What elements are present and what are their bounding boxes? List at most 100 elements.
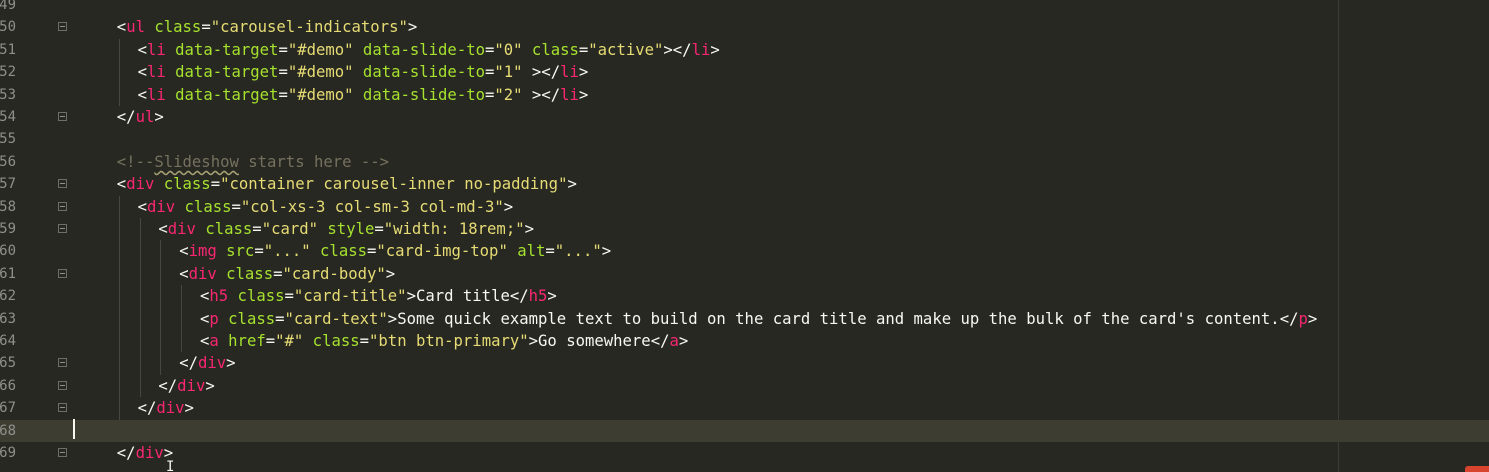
code-line[interactable]: 66 </div> bbox=[0, 375, 1489, 397]
code-token: "0" bbox=[494, 40, 523, 59]
code-line[interactable]: 68 bbox=[0, 419, 1489, 442]
line-number: 62 bbox=[0, 288, 16, 305]
code-token: < bbox=[179, 242, 189, 261]
code-token: data-slide-to bbox=[353, 63, 485, 82]
code-line[interactable]: 65 </div> bbox=[0, 352, 1489, 374]
code-line[interactable]: 58 <div class="col-xs-3 col-sm-3 col-md-3… bbox=[0, 196, 1489, 218]
code-token: li bbox=[146, 85, 166, 104]
code-token: = bbox=[484, 40, 495, 59]
code-token: = bbox=[231, 197, 241, 216]
code-token: "card" bbox=[261, 220, 319, 238]
code-token: "col-xs-3 col-sm-3 col-md-3" bbox=[240, 197, 504, 216]
code-token: </ bbox=[116, 444, 136, 462]
code-token: = bbox=[545, 242, 555, 261]
code-token: = bbox=[201, 18, 211, 37]
code-line[interactable]: 56 <!--Slideshow starts here --> bbox=[0, 151, 1489, 173]
code-token: > bbox=[678, 332, 689, 350]
code-token: < bbox=[137, 63, 147, 82]
code-token: > bbox=[184, 399, 194, 418]
code-line[interactable]: 61 <div class="card-body"> bbox=[0, 263, 1489, 285]
line-content: <li data-target="#demo" data-slide-to="1… bbox=[138, 61, 589, 83]
code-token: "#demo" bbox=[287, 40, 354, 59]
line-number: 67 bbox=[0, 400, 16, 417]
code-token: < bbox=[179, 264, 189, 283]
code-line[interactable]: 63 <p class="card-text">Some quick exampl… bbox=[0, 308, 1489, 330]
code-token: "#demo" bbox=[287, 85, 354, 104]
code-token: = bbox=[484, 63, 495, 82]
code-line[interactable]: 60 <img src="..." class="card-img-top" al… bbox=[0, 240, 1489, 262]
code-token: Card title bbox=[415, 287, 510, 306]
code-token: < bbox=[200, 332, 210, 350]
code-token: "2" bbox=[494, 85, 523, 104]
line-content: <a href="#" class="btn btn-primary">Go s… bbox=[200, 330, 688, 352]
fold-end-icon bbox=[58, 380, 67, 390]
code-token: > bbox=[710, 40, 720, 59]
code-token: > bbox=[503, 197, 514, 216]
line-content: <ul class="carousel-indicators"> bbox=[117, 16, 417, 38]
code-token: < bbox=[200, 309, 210, 328]
code-token: = bbox=[275, 309, 285, 328]
line-number: 53 bbox=[0, 86, 16, 103]
code-token: = bbox=[578, 40, 589, 59]
code-token: h5 bbox=[209, 287, 229, 306]
code-token: div bbox=[188, 264, 217, 283]
fold-toggle-icon[interactable] bbox=[58, 268, 67, 278]
fold-toggle-icon[interactable] bbox=[58, 224, 67, 233]
code-token: < bbox=[137, 40, 147, 59]
line-number: 57 bbox=[0, 176, 16, 193]
code-editor[interactable]: 49 50 <ul class="carousel-indicators"> 51 <l… bbox=[0, 0, 1489, 472]
code-token: > bbox=[154, 108, 164, 126]
indent-guide bbox=[118, 195, 120, 420]
line-content: <div class="card-body"> bbox=[179, 263, 395, 285]
line-number: 55 bbox=[0, 131, 16, 148]
code-line[interactable]: 59 <div class="card" style="width: 18rem;… bbox=[0, 218, 1489, 240]
line-number: 52 bbox=[0, 64, 16, 81]
code-line[interactable]: 67 </div> bbox=[0, 397, 1489, 419]
line-number: 54 bbox=[0, 109, 16, 125]
code-line[interactable]: 62 <h5 class="card-title">Card title</h5> bbox=[0, 285, 1489, 307]
line-content: </div> bbox=[117, 442, 173, 464]
code-token: "1" bbox=[494, 63, 523, 82]
code-token: > bbox=[567, 175, 577, 194]
code-token: > bbox=[528, 332, 539, 350]
code-token: data-target bbox=[165, 63, 279, 82]
code-token: "width: 18rem;" bbox=[383, 220, 525, 238]
code-token: = bbox=[367, 242, 377, 261]
line-content: <div class="col-xs-3 col-sm-3 col-md-3"> bbox=[138, 196, 514, 218]
fold-toggle-icon[interactable] bbox=[58, 179, 67, 189]
code-token: = bbox=[252, 220, 262, 238]
line-number: 63 bbox=[0, 310, 16, 327]
fold-toggle-icon[interactable] bbox=[58, 201, 67, 211]
code-line[interactable]: 69 </div> bbox=[0, 442, 1489, 464]
code-line[interactable]: 49 bbox=[0, 0, 1489, 16]
code-line[interactable]: 55 bbox=[0, 128, 1489, 150]
code-line[interactable]: 54 </ul> bbox=[0, 106, 1489, 128]
code-token: > bbox=[1307, 309, 1318, 328]
code-line[interactable]: 50 <ul class="carousel-indicators"> bbox=[0, 16, 1489, 38]
notification-badge bbox=[1465, 466, 1489, 472]
code-token: "card-body" bbox=[282, 264, 386, 283]
code-line[interactable]: 52 <li data-target="#demo" data-slide-to=… bbox=[0, 61, 1489, 83]
line-content: <li data-target="#demo" data-slide-to="0… bbox=[138, 39, 720, 61]
line-number: 68 bbox=[0, 422, 16, 439]
code-token: = bbox=[278, 40, 288, 59]
code-token: p bbox=[209, 309, 219, 328]
code-token: class bbox=[310, 242, 367, 261]
code-token: ></ bbox=[522, 63, 561, 82]
code-line[interactable]: 57 <div class="container carousel-inner n… bbox=[0, 173, 1489, 195]
code-token: </ bbox=[116, 108, 136, 126]
code-token: </ bbox=[158, 376, 178, 395]
code-token: li bbox=[146, 40, 166, 59]
code-token: class bbox=[195, 220, 253, 238]
code-token: = bbox=[359, 332, 370, 350]
code-token: > bbox=[407, 18, 418, 37]
code-token: class bbox=[303, 332, 360, 350]
code-line[interactable]: 53 <li data-target="#demo" data-slide-to=… bbox=[0, 84, 1489, 106]
code-token: > bbox=[578, 63, 589, 82]
code-token: > bbox=[601, 242, 612, 261]
fold-toggle-icon[interactable] bbox=[58, 22, 67, 32]
code-line[interactable]: 64 <a href="#" class="btn btn-primary">Go… bbox=[0, 330, 1489, 352]
line-content: </div> bbox=[179, 352, 235, 374]
code-token: Slideshow bbox=[154, 152, 239, 171]
code-line[interactable]: 51 <li data-target="#demo" data-slide-to=… bbox=[0, 39, 1489, 61]
